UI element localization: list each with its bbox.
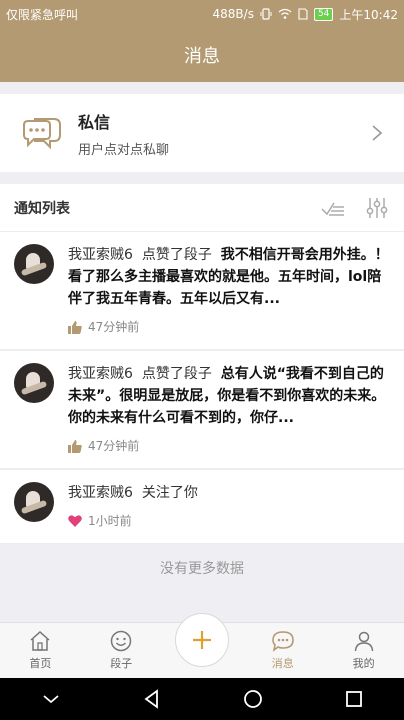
carrier-text: 仅限紧急呼叫 [6,7,79,22]
notification-action: 点赞了段子 [141,366,212,382]
chat-bubble-icon [23,118,61,150]
back-icon[interactable] [142,689,162,709]
notification-user[interactable]: 我亚索贼6 [68,366,133,382]
notification-text: 我亚索贼6 关注了你 [68,482,390,504]
chevron-down-icon[interactable] [41,692,61,706]
clock: 上午10:42 [339,7,398,22]
tab-label: 我的 [352,657,375,670]
tab-home[interactable]: 首页 [0,623,81,678]
tab-label: 消息 [271,657,294,670]
thumbs-up-icon [68,320,82,334]
notification-time: 47分钟前 [88,320,140,334]
tab-label: 首页 [29,657,52,670]
sim-icon [298,8,308,20]
system-nav-bar [0,678,404,720]
notification-time: 1小时前 [88,514,132,528]
thumbs-up-icon [68,439,82,453]
tab-jokes[interactable]: 段子 [81,623,162,678]
avatar[interactable] [14,363,54,403]
notification-action: 关注了你 [141,485,198,501]
notification-item[interactable]: 我亚索贼6 点赞了段子 总有人说“我看不到自己的未来”。很明显是放屁，你是看不到… [0,351,404,469]
recents-icon[interactable] [344,689,364,709]
dm-subtitle: 用户点对点私聊 [78,142,170,158]
direct-message-row[interactable]: 私信 用户点对点私聊 [0,94,404,172]
page-title: 消息 [184,46,220,67]
notification-action: 点赞了段子 [141,247,212,263]
notification-meta: 47分钟前 [68,435,390,457]
notification-user[interactable]: 我亚索贼6 [68,247,133,263]
status-bar: 仅限紧急呼叫 488B/s 54 上午10:42 [0,0,404,28]
filter-settings-icon[interactable] [364,195,390,221]
home-circle-icon[interactable] [243,689,263,709]
title-bar: 消息 [0,28,404,82]
user-icon [354,631,373,652]
chat-icon [271,631,294,652]
bottom-tab-bar: 首页 段子 消息 我的 [0,613,404,678]
net-speed: 488B/s [212,7,254,21]
status-indicators: 488B/s 54 上午10:42 [213,6,398,23]
direct-message-text: 私信 用户点对点私聊 [78,109,370,158]
notification-text: 我亚索贼6 点赞了段子 我不相信开哥会用外挂。！ 看了那么多主播最喜欢的就是他。… [68,244,390,310]
tab-messages[interactable]: 消息 [242,623,323,678]
dm-title: 私信 [78,112,111,132]
notification-item[interactable]: 我亚索贼6 关注了你 1小时前 [0,470,404,544]
tab-label: 段子 [110,657,133,670]
notification-meta: 47分钟前 [68,316,390,338]
notification-user[interactable]: 我亚索贼6 [68,485,133,501]
notification-list-header: 通知列表 [0,184,404,232]
heart-icon [68,515,82,527]
no-more-data-text: 没有更多数据 [160,561,244,577]
notification-text: 我亚索贼6 点赞了段子 总有人说“我看不到自己的未来”。很明显是放屁，你是看不到… [68,363,390,429]
avatar[interactable] [14,244,54,284]
chevron-right-icon [372,125,383,141]
battery-icon: 54 [313,7,334,21]
mark-all-read-icon[interactable] [320,195,346,221]
plus-icon [192,631,211,649]
notification-item[interactable]: 我亚索贼6 点赞了段子 我不相信开哥会用外挂。！ 看了那么多主播最喜欢的就是他。… [0,232,404,350]
notification-time: 47分钟前 [88,439,140,453]
vibrate-icon [260,8,272,20]
tab-profile[interactable]: 我的 [323,623,404,678]
add-post-button[interactable] [174,613,229,667]
wifi-icon [278,8,292,19]
list-title: 通知列表 [14,200,70,217]
avatar[interactable] [14,482,54,522]
home-icon [30,630,50,651]
tab-center-slot [162,613,243,678]
notification-meta: 1小时前 [68,510,390,532]
smile-icon [110,630,132,652]
